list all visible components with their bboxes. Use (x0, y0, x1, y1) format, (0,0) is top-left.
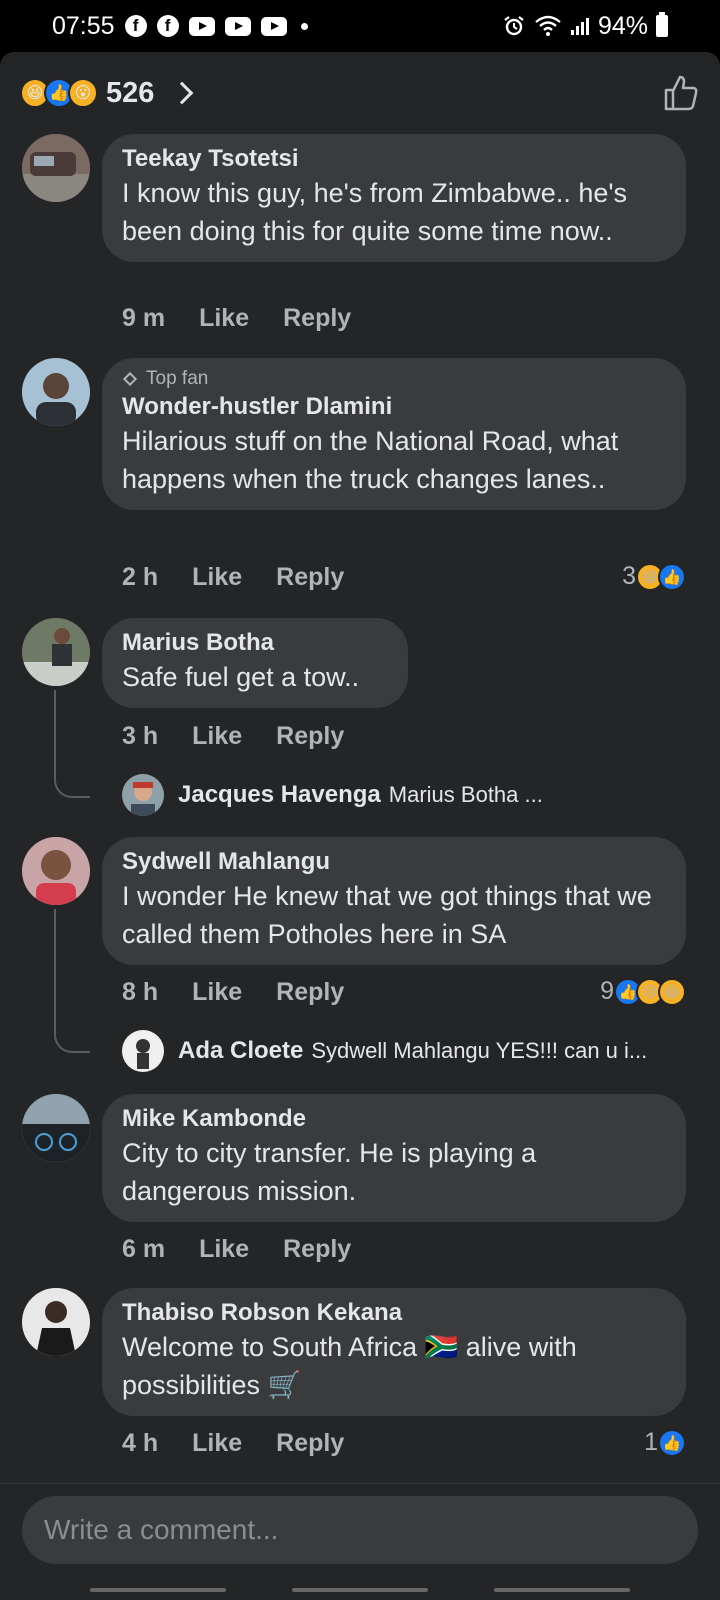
comment-time: 9 m (122, 304, 166, 332)
like-button[interactable]: Like (199, 1235, 249, 1264)
comment-bubble: Mike Kambonde City to city transfer. He … (102, 1094, 686, 1222)
comment-text: I know this guy, he's from Zimbabwe.. he… (122, 178, 628, 246)
avatar[interactable] (22, 134, 90, 202)
reaction-count: 1 (644, 1428, 658, 1456)
comment-list: Teekay Tsotetsi I know this guy, he's fr… (0, 134, 720, 1534)
status-time: 07:55 (52, 11, 115, 40)
reply-button[interactable]: Reply (276, 1429, 344, 1458)
comment-time: 4 h (122, 1429, 159, 1457)
comment-bubble: Teekay Tsotetsi I know this guy, he's fr… (102, 134, 686, 262)
like-post-icon[interactable] (660, 73, 700, 113)
reaction-count: 3 (622, 562, 636, 590)
comment-actions: 6 m Like Reply (122, 1235, 351, 1264)
reply-preview[interactable]: Ada Cloete Sydwell Mahlangu YES!!! can u… (122, 1030, 647, 1072)
badge-label: Top fan (146, 368, 209, 389)
comment-author[interactable]: Teekay Tsotetsi (122, 144, 666, 174)
comment-time: 2 h (122, 563, 159, 591)
nav-hint (292, 1588, 428, 1592)
comment-author[interactable]: Mike Kambonde (122, 1104, 666, 1134)
comment-author[interactable]: Thabiso Robson Kekana (122, 1298, 666, 1328)
reaction-icons: 😆 👍 😮 (20, 78, 98, 108)
signal-icon (570, 18, 589, 35)
comment-bubble: Sydwell Mahlangu I wonder He knew that w… (102, 837, 686, 965)
facebook-icon: f (156, 15, 179, 37)
like-button[interactable]: Like (192, 1429, 242, 1458)
comment-reactions[interactable]: 1 👍 (644, 1428, 686, 1457)
reply-snippet: Sydwell Mahlangu YES!!! can u i... (311, 1038, 648, 1063)
comment-actions: 8 h Like Reply (122, 978, 344, 1007)
like-button[interactable]: Like (192, 563, 242, 592)
nav-hint (90, 1588, 226, 1592)
comment-author[interactable]: Marius Botha (122, 628, 388, 658)
reaction-count: 9 (600, 977, 614, 1005)
reply-button[interactable]: Reply (276, 563, 344, 592)
nav-hint (494, 1588, 630, 1592)
top-fan-badge: Top fan (122, 368, 666, 390)
like-reaction-icon: 👍 (658, 562, 686, 591)
reply-button[interactable]: Reply (276, 722, 344, 751)
reaction-total: 526 (106, 76, 155, 109)
diamond-icon (122, 371, 138, 387)
comment-text: I wonder He knew that we got things that… (122, 881, 652, 949)
comment-actions: 4 h Like Reply (122, 1429, 344, 1458)
thread-line (54, 690, 90, 798)
chevron-right-icon[interactable] (171, 81, 194, 105)
comment-author[interactable]: Wonder-hustler Dlamini (122, 392, 666, 422)
comment-actions: 2 h Like Reply (122, 563, 344, 592)
comment-actions: 9 m Like Reply (122, 304, 351, 333)
alarm-icon (504, 16, 524, 36)
comment-time: 6 m (122, 1235, 166, 1263)
battery-percent: 94% (597, 11, 648, 40)
avatar[interactable] (22, 837, 90, 905)
like-button[interactable]: Like (192, 722, 242, 751)
comment-author[interactable]: Sydwell Mahlangu (122, 847, 666, 877)
comment-text: Hilarious stuff on the National Road, wh… (122, 426, 619, 494)
more-notifications-icon (300, 22, 308, 30)
avatar[interactable] (22, 618, 90, 686)
youtube-icon (260, 16, 287, 36)
comment-composer (0, 1483, 720, 1600)
avatar[interactable] (122, 1030, 164, 1072)
avatar[interactable] (22, 1094, 90, 1162)
comment-time: 8 h (122, 978, 159, 1006)
comment-text: City to city transfer. He is playing a d… (122, 1138, 537, 1206)
comment-reactions[interactable]: 3 😆 👍 (622, 562, 686, 591)
like-button[interactable]: Like (199, 304, 249, 333)
avatar[interactable] (22, 1288, 90, 1356)
facebook-icon: f (124, 15, 147, 37)
avatar[interactable] (22, 358, 90, 426)
like-button[interactable]: Like (192, 978, 242, 1007)
reply-button[interactable]: Reply (283, 304, 351, 333)
wifi-icon (535, 15, 561, 36)
comment-bubble: Marius Botha Safe fuel get a tow.. (102, 618, 408, 708)
reply-author[interactable]: Jacques Havenga (178, 781, 381, 809)
battery-icon (656, 12, 668, 37)
avatar[interactable] (122, 774, 164, 816)
comment-reactions[interactable]: 9 👍 😢 😆 (600, 977, 686, 1006)
thread-line (54, 909, 90, 1053)
comment-bubble: Top fan Wonder-hustler Dlamini Hilarious… (102, 358, 686, 510)
reply-button[interactable]: Reply (283, 1235, 351, 1264)
youtube-icon (224, 16, 251, 36)
wow-reaction-icon: 😮 (68, 78, 98, 108)
comment-actions: 3 h Like Reply (122, 722, 344, 751)
reply-author[interactable]: Ada Cloete (178, 1037, 303, 1065)
comment-input[interactable] (22, 1496, 698, 1564)
like-reaction-icon: 👍 (658, 1428, 686, 1457)
comment-bubble: Thabiso Robson Kekana Welcome to South A… (102, 1288, 686, 1416)
haha-reaction-icon: 😆 (658, 977, 686, 1006)
reply-preview[interactable]: Jacques Havenga Marius Botha ... (122, 774, 543, 816)
status-bar: 07:55 f f 94% (0, 0, 720, 52)
comment-text: Welcome to South Africa 🇿🇦 alive with po… (122, 1332, 577, 1400)
comment-time: 3 h (122, 722, 159, 750)
youtube-icon (188, 16, 215, 36)
comments-panel: 😆 👍 😮 526 Teekay Tsotetsi I know this gu… (0, 52, 720, 1600)
reply-snippet: Marius Botha ... (388, 782, 543, 807)
comment-text: Safe fuel get a tow.. (122, 662, 360, 692)
reactions-summary[interactable]: 😆 👍 😮 526 (0, 52, 720, 134)
reply-button[interactable]: Reply (276, 978, 344, 1007)
